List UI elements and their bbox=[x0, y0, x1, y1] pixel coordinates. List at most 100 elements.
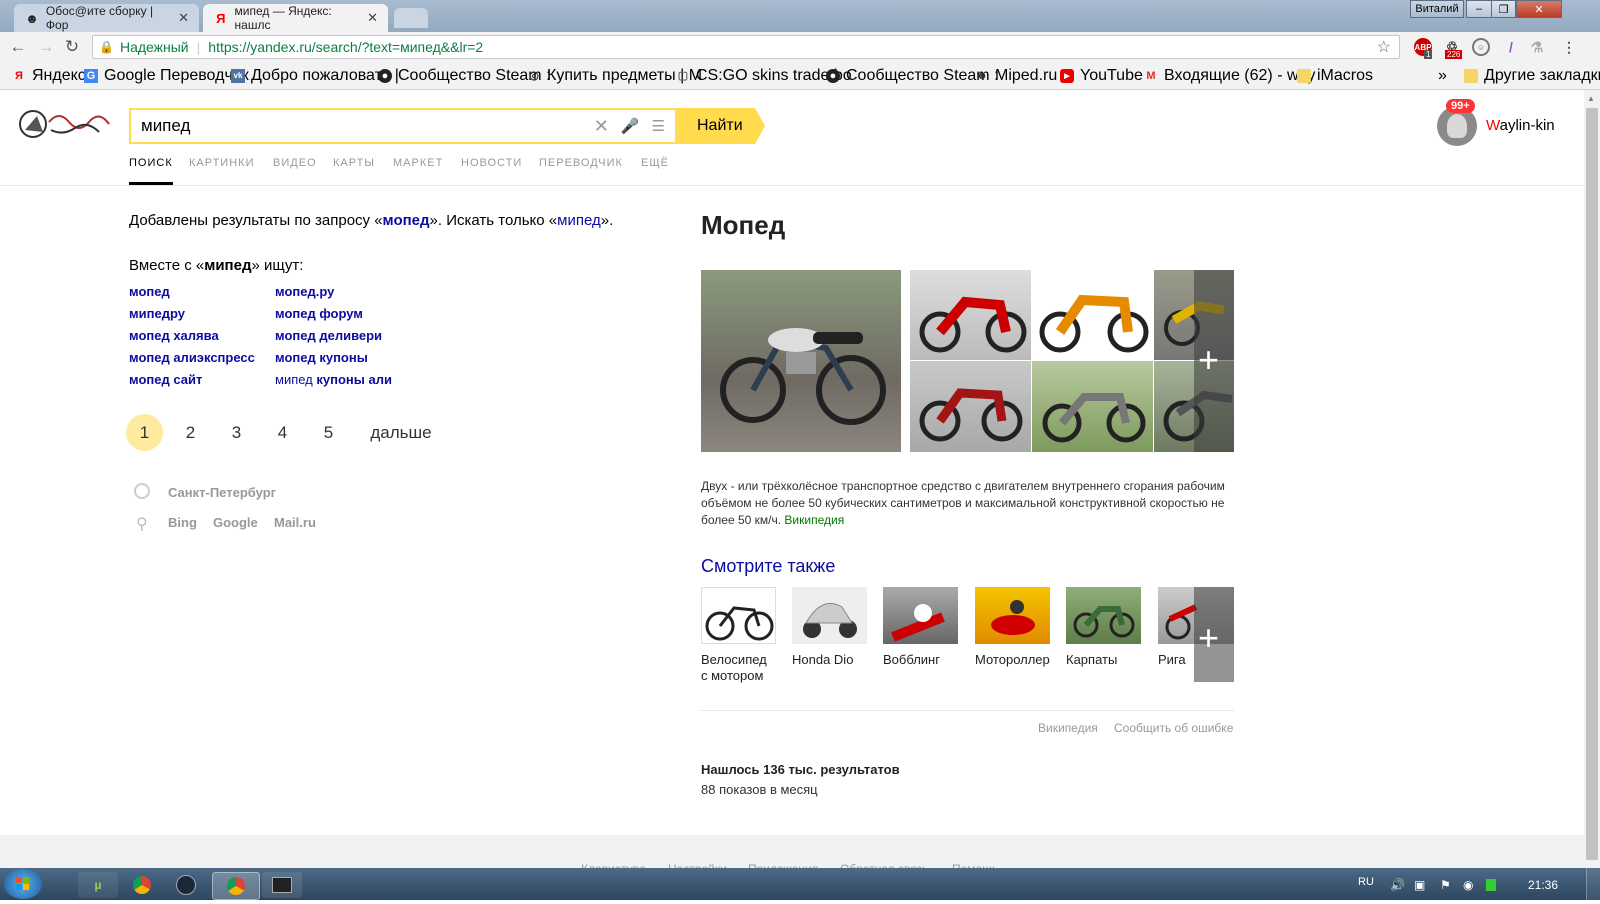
username[interactable]: Waylin-kin bbox=[1486, 117, 1555, 134]
tab-video[interactable]: ВИДЕО bbox=[273, 157, 317, 169]
network-icon[interactable]: ▣ bbox=[1414, 878, 1425, 892]
scroll-up-icon[interactable]: ▲ bbox=[1587, 94, 1595, 103]
related-query[interactable]: мопед купоны bbox=[275, 350, 368, 365]
terminal-taskbar-icon[interactable] bbox=[262, 872, 302, 898]
back-icon[interactable]: ← bbox=[8, 37, 28, 57]
settings-sliders-icon[interactable]: ☰ bbox=[652, 117, 665, 135]
steam-taskbar-icon[interactable] bbox=[166, 872, 206, 898]
language-indicator[interactable]: RU bbox=[1358, 876, 1374, 888]
menu-icon[interactable]: ⋮ bbox=[1560, 38, 1578, 56]
show-desktop-button[interactable] bbox=[1586, 868, 1600, 900]
see-also-thumb[interactable] bbox=[792, 587, 867, 644]
bookmark-miped[interactable]: ☻ Miped.ru bbox=[975, 62, 1057, 89]
related-query[interactable]: мопед сайт bbox=[129, 372, 202, 387]
steam-tray-icon[interactable]: ◉ bbox=[1463, 878, 1473, 892]
bookmark-gmail[interactable]: M Входящие (62) - way bbox=[1144, 62, 1315, 89]
bookmark-yandex[interactable]: Я Яндекс bbox=[12, 62, 86, 89]
tab-market[interactable]: МАРКЕТ bbox=[393, 157, 443, 169]
see-also-caption[interactable]: Вобблинг bbox=[883, 652, 940, 668]
search-input[interactable]: мипед bbox=[141, 116, 190, 136]
related-query[interactable]: мипед купоны али bbox=[275, 372, 392, 387]
tray-status-icon[interactable] bbox=[1486, 879, 1496, 891]
microphone-icon[interactable]: 🎤 bbox=[621, 117, 640, 135]
engine-link-google[interactable]: Google bbox=[213, 515, 258, 530]
start-button[interactable] bbox=[4, 869, 42, 899]
window-close-button[interactable]: ✕ bbox=[1516, 0, 1562, 18]
entity-main-image[interactable] bbox=[701, 270, 901, 452]
see-also-title[interactable]: Смотрите также bbox=[701, 556, 835, 577]
page-link[interactable]: 3 bbox=[218, 414, 255, 451]
wikipedia-source-link[interactable]: Википедия bbox=[784, 513, 844, 527]
related-query[interactable]: мопед bbox=[129, 284, 170, 299]
tab-more[interactable]: ЕЩЁ bbox=[641, 157, 669, 169]
chrome-taskbar-icon[interactable] bbox=[122, 872, 162, 898]
volume-icon[interactable]: 🔊 bbox=[1390, 878, 1405, 892]
clear-icon[interactable]: ✕ bbox=[594, 116, 609, 137]
entity-image[interactable] bbox=[1032, 270, 1153, 360]
other-bookmarks[interactable]: Другие закладки bbox=[1464, 62, 1600, 89]
profile-button[interactable]: Виталий bbox=[1410, 0, 1464, 18]
related-query[interactable]: мопед.ру bbox=[275, 284, 334, 299]
tab-images[interactable]: КАРТИНКИ bbox=[189, 157, 254, 169]
feather-icon[interactable]: / bbox=[1502, 38, 1520, 56]
forward-icon[interactable]: → bbox=[36, 37, 56, 57]
entity-image[interactable] bbox=[910, 270, 1031, 360]
see-also-caption[interactable]: Рига bbox=[1158, 652, 1186, 668]
page-link[interactable]: 4 bbox=[264, 414, 301, 451]
tab-yandex[interactable]: Я мипед — Яндекс: нашлс ✕ bbox=[203, 4, 388, 32]
bookmark-star-icon[interactable]: ☆ bbox=[1377, 37, 1391, 57]
page-link[interactable]: 2 bbox=[172, 414, 209, 451]
next-page-link[interactable]: дальше bbox=[366, 414, 436, 451]
wizard-wikipedia-link[interactable]: Википедия bbox=[1038, 721, 1098, 735]
bookmark-vk[interactable]: vk Добро пожаловать | bbox=[231, 62, 399, 89]
related-query[interactable]: мипедру bbox=[129, 306, 185, 321]
tab-search[interactable]: ПОИСК bbox=[129, 157, 173, 169]
bookmark-imacros[interactable]: iMacros bbox=[1297, 62, 1373, 89]
see-also-caption[interactable]: Мотороллер bbox=[975, 652, 1050, 668]
report-error-link[interactable]: Сообщить об ошибке bbox=[1114, 721, 1233, 735]
original-query-link[interactable]: мипед bbox=[557, 212, 601, 229]
tab-forum[interactable]: ☻ Обос@ите сборку | Фор ✕ bbox=[14, 4, 199, 32]
search-box[interactable]: мипед ✕ 🎤 ☰ bbox=[129, 108, 677, 144]
plus-icon[interactable]: + bbox=[1198, 342, 1219, 378]
tab-maps[interactable]: КАРТЫ bbox=[333, 157, 375, 169]
yandex-doodle-logo[interactable] bbox=[15, 102, 115, 146]
close-icon[interactable]: ✕ bbox=[367, 10, 378, 26]
related-query[interactable]: мопед деливери bbox=[275, 328, 382, 343]
bookmark-steam-1[interactable]: ● Сообщество Steam : bbox=[378, 62, 551, 89]
related-query[interactable]: мопед форум bbox=[275, 306, 363, 321]
see-also-caption[interactable]: Велосипед с мотором bbox=[701, 652, 767, 684]
see-also-caption[interactable]: Honda Dio bbox=[792, 652, 853, 668]
related-query[interactable]: мопед халява bbox=[129, 328, 219, 343]
restore-button[interactable]: ❐ bbox=[1491, 0, 1516, 18]
related-query[interactable]: мопед алиэкспресс bbox=[129, 350, 255, 365]
entity-image[interactable] bbox=[910, 361, 1031, 452]
see-also-thumb[interactable] bbox=[701, 587, 776, 644]
plus-icon[interactable]: + bbox=[1198, 620, 1219, 656]
tab-news[interactable]: НОВОСТИ bbox=[461, 157, 522, 169]
scrollbar-thumb[interactable] bbox=[1586, 108, 1598, 860]
close-icon[interactable]: ✕ bbox=[178, 10, 189, 26]
clock[interactable]: 21:36 bbox=[1528, 878, 1558, 892]
page-link[interactable]: 5 bbox=[310, 414, 347, 451]
smile-extension-icon[interactable]: ☺ bbox=[1472, 38, 1490, 56]
vertical-scrollbar[interactable]: ▲ bbox=[1584, 90, 1600, 868]
flask-icon[interactable]: ⚗ bbox=[1528, 38, 1546, 56]
reload-icon[interactable]: ↻ bbox=[62, 37, 82, 57]
tab-translator[interactable]: ПЕРЕВОДЧИК bbox=[539, 157, 623, 169]
new-tab-button[interactable] bbox=[394, 8, 428, 28]
chrome-active-taskbar-icon[interactable] bbox=[212, 872, 260, 900]
engine-link-mailru[interactable]: Mail.ru bbox=[274, 515, 316, 530]
engine-link-bing[interactable]: Bing bbox=[168, 515, 197, 530]
see-also-caption[interactable]: Карпаты bbox=[1066, 652, 1117, 668]
action-center-icon[interactable]: ⚑ bbox=[1440, 878, 1451, 892]
bookmark-youtube[interactable]: ▶ YouTube bbox=[1060, 62, 1143, 89]
region-link[interactable]: Санкт-Петербург bbox=[168, 485, 276, 500]
address-bar[interactable]: 🔒 Надежный | https://yandex.ru/search/?t… bbox=[92, 35, 1400, 59]
find-button[interactable]: Найти bbox=[677, 108, 765, 144]
see-also-thumb[interactable] bbox=[883, 587, 958, 644]
see-also-thumb[interactable] bbox=[975, 587, 1050, 644]
bookmark-google-translate[interactable]: G Google Переводчик bbox=[84, 62, 249, 89]
utorrent-taskbar-icon[interactable]: µ bbox=[78, 872, 118, 898]
minimize-button[interactable]: – bbox=[1466, 0, 1492, 18]
